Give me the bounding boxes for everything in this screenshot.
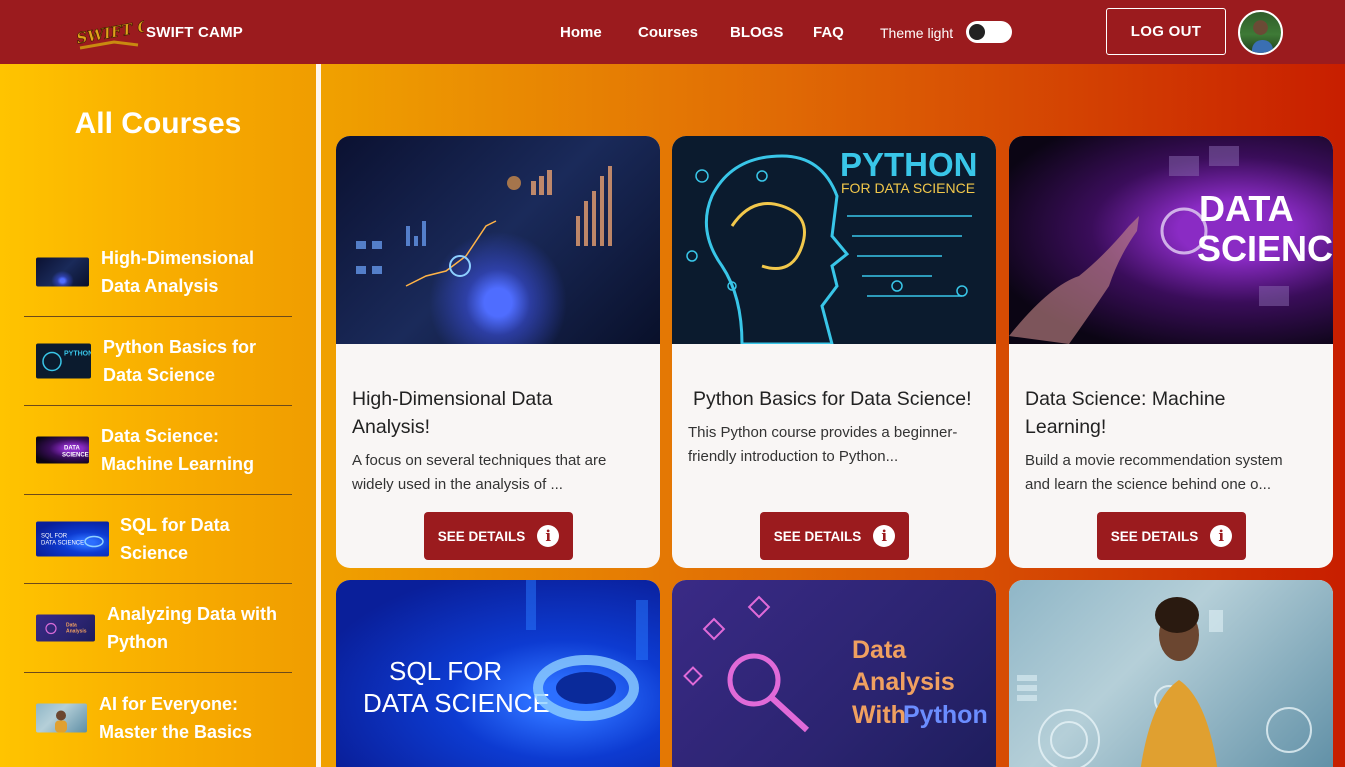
svg-text:SQL FOR: SQL FOR	[389, 656, 502, 686]
info-icon: i	[537, 525, 560, 547]
svg-text:Analysis: Analysis	[852, 668, 955, 696]
see-details-button[interactable]: SEE DETAILS i	[760, 512, 909, 560]
svg-text:SCIENCE: SCIENCE	[1197, 228, 1333, 269]
course-card: PYTHON FOR DATA SCIENCE Python Basics fo…	[672, 136, 996, 568]
svg-text:DATA: DATA	[64, 446, 80, 452]
svg-text:SCIENCE: SCIENCE	[62, 453, 89, 459]
nav-home[interactable]: Home	[560, 24, 602, 41]
course-card: Data Analysis With Python	[672, 580, 996, 767]
sidebar-divider	[316, 64, 321, 767]
course-card: DATA SCIENCE Data Science: MachineLearni…	[1009, 136, 1333, 568]
svg-text:With: With	[852, 701, 906, 729]
sidebar-item-sql[interactable]: SQL FOR DATA SCIENCE SQL for Data Science	[24, 495, 292, 584]
sidebar-item-label: High-Dimensional Data Analysis	[101, 248, 255, 296]
course-thumbnail: Data Analysis	[36, 614, 95, 642]
sidebar-item-label: Analyzing Data with Python	[107, 604, 278, 652]
theme-label: Theme light	[880, 25, 954, 41]
sidebar-item-label: Data Science: Machine Learning	[101, 426, 255, 474]
sidebar-item-ai-everyone[interactable]: AI for Everyone: Master the Basics	[24, 673, 292, 762]
logout-button[interactable]: LOG OUT	[1106, 8, 1226, 55]
svg-text:Data: Data	[852, 636, 907, 664]
user-avatar[interactable]	[1238, 10, 1283, 55]
sidebar-item-data-science-ml[interactable]: DATA SCIENCE Data Science: Machine Learnin…	[24, 406, 292, 495]
course-image: PYTHON FOR DATA SCIENCE	[672, 136, 996, 344]
course-thumbnail: PYTHON	[36, 343, 91, 379]
info-icon: i	[873, 525, 896, 547]
toggle-knob	[969, 24, 985, 40]
svg-text:Python: Python	[903, 701, 988, 729]
sidebar-item-label: AI for Everyone: Master the Basics	[99, 693, 253, 742]
sidebar-item-high-dimensional[interactable]: High-Dimensional Data Analysis	[24, 228, 292, 317]
see-details-button[interactable]: SEE DETAILS i	[424, 512, 573, 560]
svg-text:SQL FOR: SQL FOR	[41, 534, 68, 540]
course-title: Python Basics for Data Science!	[693, 388, 972, 410]
course-image: SQL FOR DATA SCIENCE	[336, 580, 660, 767]
swift-camp-logo[interactable]: SWIFT CAMP	[74, 10, 191, 52]
course-thumbnail	[36, 703, 87, 732]
course-thumbnail: SQL FOR DATA SCIENCE	[36, 521, 109, 557]
course-title: High-Dimensional Data Analysis!	[352, 388, 553, 438]
course-image: Data Analysis With Python	[672, 580, 996, 767]
sidebar-item-analyzing-python[interactable]: Data Analysis Analyzing Data with Python	[24, 584, 292, 673]
course-description: Build a movie recommendation system and l…	[1025, 452, 1283, 493]
theme-toggle[interactable]	[966, 21, 1012, 43]
svg-text:Analysis: Analysis	[66, 629, 87, 635]
course-description: This Python course provides a beginner-f…	[688, 424, 958, 465]
course-image	[1009, 580, 1333, 767]
brand-name[interactable]: SWIFT CAMP	[146, 24, 243, 41]
svg-text:PYTHON: PYTHON	[64, 351, 91, 358]
svg-text:DATA SCIENCE: DATA SCIENCE	[363, 688, 550, 718]
nav-faq[interactable]: FAQ	[813, 24, 844, 41]
course-card: SQL FOR DATA SCIENCE	[336, 580, 660, 767]
top-navbar: SWIFT CAMP SWIFT CAMP Home Courses BLOGS…	[0, 0, 1345, 64]
sidebar-item-label: SQL for Data Science	[120, 515, 230, 563]
course-title: Data Science: Machine Learning!	[1025, 388, 1226, 438]
course-description: A focus on several techniques that are wi…	[352, 452, 607, 493]
course-card	[1009, 580, 1333, 767]
sidebar-item-python-basics[interactable]: PYTHON Python Basics for Data Science	[24, 317, 292, 406]
svg-text:DATA: DATA	[1199, 188, 1294, 229]
course-card: High-Dimensional Data Analysis! A focus o…	[336, 136, 660, 568]
course-image	[336, 136, 660, 344]
see-details-button[interactable]: SEE DETAILS i	[1097, 512, 1246, 560]
course-image: DATA SCIENCE	[1009, 136, 1333, 344]
info-icon: i	[1210, 525, 1233, 547]
svg-text:FOR DATA SCIENCE: FOR DATA SCIENCE	[841, 180, 975, 196]
nav-courses[interactable]: Courses	[638, 24, 698, 41]
sidebar-item-label: Python Basics for Data Science	[103, 337, 257, 385]
course-thumbnail: DATA SCIENCE	[36, 436, 89, 464]
nav-blogs[interactable]: BLOGS	[730, 24, 783, 41]
svg-text:PYTHON: PYTHON	[840, 146, 978, 183]
course-thumbnail	[36, 257, 89, 287]
sidebar-title: All Courses	[74, 107, 242, 140]
svg-text:DATA SCIENCE: DATA SCIENCE	[41, 541, 84, 547]
